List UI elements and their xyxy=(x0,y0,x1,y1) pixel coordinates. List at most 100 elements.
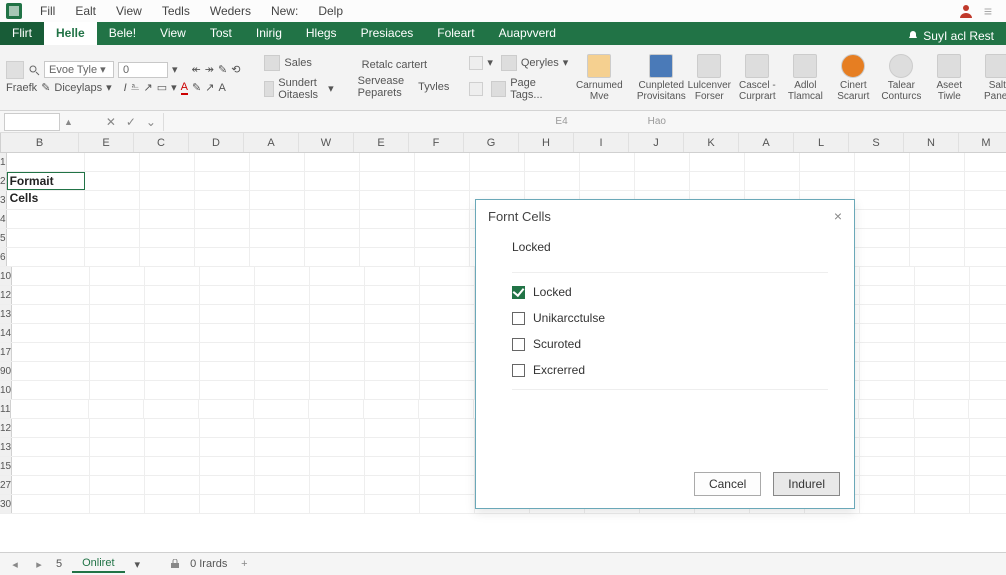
cell[interactable] xyxy=(910,153,965,171)
col-header[interactable]: N xyxy=(904,133,959,152)
cell[interactable] xyxy=(254,400,309,418)
tool-icon[interactable] xyxy=(469,56,483,70)
big-button[interactable]: Adlol Tlamcal xyxy=(784,52,826,104)
cell[interactable] xyxy=(365,476,420,494)
cell[interactable] xyxy=(90,476,145,494)
cell[interactable] xyxy=(855,210,910,228)
cell[interactable] xyxy=(360,172,415,190)
cell[interactable] xyxy=(970,419,1006,437)
cell[interactable] xyxy=(800,172,855,190)
col-header[interactable]: J xyxy=(629,133,684,152)
cell[interactable] xyxy=(309,400,364,418)
cell[interactable] xyxy=(145,362,200,380)
cell[interactable] xyxy=(195,229,250,247)
cell[interactable] xyxy=(914,400,969,418)
cell[interactable] xyxy=(145,495,200,513)
tab[interactable]: View xyxy=(148,22,198,45)
row-header[interactable]: 10 xyxy=(0,267,12,285)
cell[interactable] xyxy=(255,324,310,342)
cell[interactable] xyxy=(360,210,415,228)
cell[interactable] xyxy=(310,362,365,380)
cell[interactable] xyxy=(12,362,90,380)
cell[interactable] xyxy=(255,362,310,380)
cell[interactable] xyxy=(310,457,365,475)
cell[interactable] xyxy=(970,457,1006,475)
cell[interactable] xyxy=(145,438,200,456)
cell[interactable] xyxy=(305,153,360,171)
tool-icon[interactable] xyxy=(469,82,482,96)
cell[interactable] xyxy=(255,476,310,494)
cell[interactable] xyxy=(860,495,915,513)
cell[interactable] xyxy=(310,476,365,494)
cell[interactable] xyxy=(12,438,90,456)
menu-item[interactable]: Fill xyxy=(30,2,65,20)
cell[interactable] xyxy=(12,495,90,513)
tool-icon[interactable]: ✎ xyxy=(192,81,201,94)
cell[interactable]: Formait Cells xyxy=(7,172,85,190)
row-header[interactable]: 14 xyxy=(0,324,12,342)
option[interactable]: Scuroted xyxy=(512,337,828,351)
cell[interactable] xyxy=(145,343,200,361)
row-header[interactable]: 12 xyxy=(0,419,12,437)
cell[interactable] xyxy=(200,381,255,399)
cell[interactable] xyxy=(965,229,1006,247)
cell[interactable] xyxy=(915,286,970,304)
row-header[interactable]: 27 xyxy=(0,476,12,494)
cell[interactable] xyxy=(200,343,255,361)
cell[interactable] xyxy=(859,400,914,418)
cell[interactable] xyxy=(90,419,145,437)
cell[interactable] xyxy=(360,248,415,266)
checkbox-icon[interactable] xyxy=(512,338,525,351)
cell[interactable] xyxy=(860,324,915,342)
cell[interactable] xyxy=(255,495,310,513)
cell[interactable] xyxy=(200,362,255,380)
tool-icon[interactable]: A xyxy=(218,82,225,94)
tab[interactable]: Inirig xyxy=(244,22,294,45)
cell[interactable] xyxy=(200,305,255,323)
cell[interactable] xyxy=(90,362,145,380)
checkbox-icon[interactable] xyxy=(512,364,525,377)
cell[interactable] xyxy=(690,172,745,190)
row-header[interactable]: 90 xyxy=(0,362,12,380)
tool-icon[interactable]: ⟲ xyxy=(231,63,240,76)
cell[interactable] xyxy=(310,438,365,456)
sheet-menu-icon[interactable]: ▾ xyxy=(135,558,141,571)
cell[interactable] xyxy=(915,324,970,342)
cell[interactable] xyxy=(970,324,1006,342)
cell[interactable] xyxy=(199,400,254,418)
cell[interactable] xyxy=(85,229,140,247)
cell[interactable] xyxy=(915,495,970,513)
cell[interactable] xyxy=(85,210,140,228)
tool-icon[interactable]: ↠ xyxy=(205,63,214,76)
row-header[interactable]: 10 xyxy=(0,381,12,399)
option-locked[interactable]: Locked xyxy=(512,285,828,299)
row-header[interactable]: 30 xyxy=(0,495,12,513)
big-button[interactable]: Cunpleted Provisitans xyxy=(640,52,682,104)
col-header[interactable]: G xyxy=(464,133,519,152)
col-header[interactable]: A xyxy=(739,133,794,152)
cell[interactable] xyxy=(970,267,1006,285)
cell[interactable] xyxy=(635,172,690,190)
sales-button[interactable]: Sales xyxy=(260,53,337,73)
cell[interactable] xyxy=(250,153,305,171)
col-header[interactable]: C xyxy=(134,133,189,152)
cell[interactable] xyxy=(310,381,365,399)
cell[interactable] xyxy=(800,153,855,171)
cell[interactable] xyxy=(365,286,420,304)
cell[interactable] xyxy=(420,419,475,437)
tab[interactable]: Foleart xyxy=(425,22,486,45)
cell[interactable] xyxy=(310,324,365,342)
menu-item[interactable]: View xyxy=(106,2,152,20)
cell[interactable] xyxy=(415,153,470,171)
tab[interactable]: Presiaces xyxy=(349,22,426,45)
dropdown-icon[interactable]: ▲ xyxy=(64,117,73,127)
name-box[interactable] xyxy=(4,113,60,131)
cell[interactable] xyxy=(365,457,420,475)
cell[interactable] xyxy=(855,191,910,209)
cell[interactable] xyxy=(310,419,365,437)
cell[interactable] xyxy=(255,419,310,437)
cell[interactable] xyxy=(365,362,420,380)
cell[interactable] xyxy=(420,457,475,475)
cell[interactable] xyxy=(255,286,310,304)
row-header[interactable]: 15 xyxy=(0,457,12,475)
